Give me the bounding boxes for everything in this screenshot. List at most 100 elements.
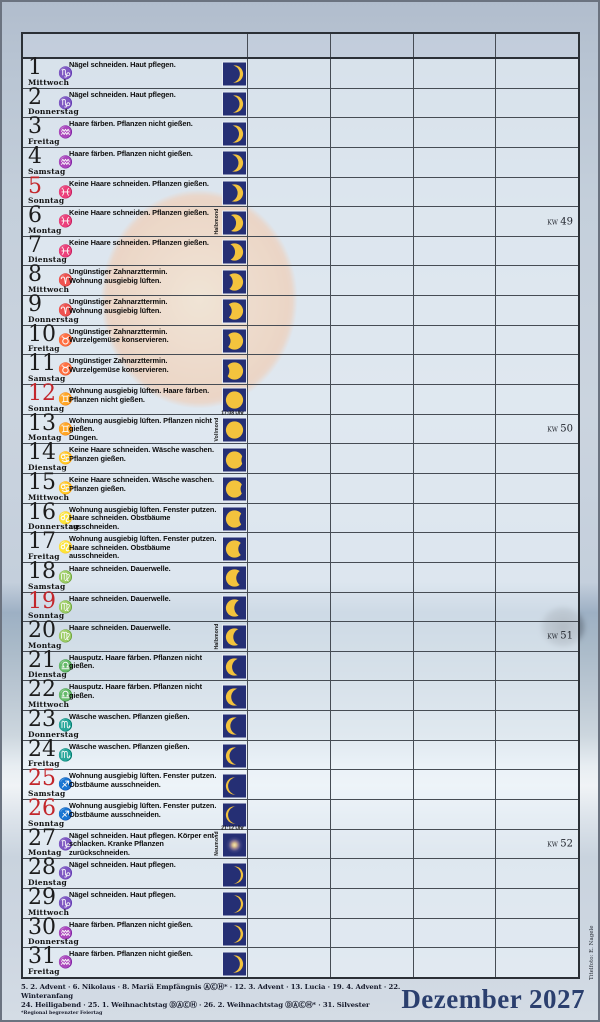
moon-wrap [222,595,245,618]
note-cell [248,681,331,710]
moon-phase-icon [222,655,247,680]
advice-text: Keine Haare schneiden. Pflanzen gießen. [69,180,221,189]
advice-text: Wäsche waschen. Pflanzen gießen. [69,743,221,752]
note-cell: KW [496,444,578,473]
note-cell: KW [496,296,578,325]
note-cell [248,770,331,799]
advice-text: Wohnung ausgiebig lüften. Pflanzen nicht… [69,417,221,443]
note-cell: KW [496,59,578,88]
day-cell: 14 ♋ Dienstag Keine Haare schneiden. Wäs… [23,444,248,473]
moon-phase-icon [222,803,247,828]
note-cell [414,355,497,384]
note-cell [414,563,497,592]
moon-wrap: 21:12 Uhr Neumond [222,832,245,855]
note-cell [248,148,331,177]
note-cell [331,59,414,88]
note-cell [414,652,497,681]
day-row: 22 ♎ Mittwoch Hausputz. Haare färben. Pf… [23,680,578,710]
week-number-prefix: KW [547,427,558,434]
photo-credit: Titelfoto: E. Nagele [589,895,595,980]
note-cell: KW 52 [496,830,578,859]
moon-phase-icon [222,180,247,205]
note-cell [331,118,414,147]
moon-wrap: Halbmond [222,210,245,233]
day-number: 26 [28,797,56,821]
day-row: 6 ♓ Montag Keine Haare schneiden. Pflanz… [23,206,578,236]
moon-phase-icon [222,91,247,116]
day-number: 3 [28,115,42,139]
day-number: 11 [28,352,56,376]
header-day-cell [23,34,248,57]
moon-wrap [222,862,245,885]
note-cell [414,148,497,177]
note-cell [331,207,414,236]
note-cell [414,800,497,829]
day-row: 14 ♋ Dienstag Keine Haare schneiden. Wäs… [23,443,578,473]
moon-phase-icon [222,684,247,709]
day-number: 8 [28,263,42,287]
note-cell [414,385,497,414]
day-row: 3 ♒ Freitag Haare färben. Pflanzen nicht… [23,117,578,147]
moon-wrap [222,892,245,915]
moon-phase-icon [222,477,247,502]
moon-wrap [222,358,245,381]
note-cell [248,741,331,770]
note-cell [414,118,497,147]
moon-phase-icon [222,447,247,472]
note-cell [248,800,331,829]
note-cell [331,89,414,118]
day-row: 11 ♉ Samstag Ungünstiger Zahnarzttermin.… [23,354,578,384]
week-number-prefix: KW [547,634,558,641]
day-number: 5 [28,175,42,199]
note-cell [331,266,414,295]
header-note-column [414,34,497,57]
note-cell [331,474,414,503]
moon-phase-icon [222,299,247,324]
day-cell: 19 ♍ Sonntag Haare schneiden. Dauerwelle… [23,593,248,622]
advice-text: Wohnung ausgiebig lüften. Fenster putzen… [69,506,221,532]
note-cell: KW [496,948,578,977]
note-cell: KW 50 [496,415,578,444]
advice-text: Haare färben. Pflanzen nicht gießen. [69,120,221,129]
day-number: 24 [28,738,56,762]
note-cell [248,474,331,503]
note-cell: KW [496,563,578,592]
day-cell: 16 ♌ Donnerstag Wohnung ausgiebig lüften… [23,504,248,533]
note-cell [414,830,497,859]
header-note-column [331,34,414,57]
day-row: 17 ♌ Freitag Wohnung ausgiebig lüften. F… [23,532,578,562]
note-cell [248,178,331,207]
day-row: 21 ♎ Dienstag Hausputz. Haare färben. Pf… [23,651,578,681]
week-number-value: 49 [560,216,573,227]
day-cell: 5 ♓ Sonntag Keine Haare schneiden. Pflan… [23,178,248,207]
note-cell: KW [496,474,578,503]
note-cell [248,948,331,977]
moon-phase-icon [222,773,247,798]
note-cell [414,326,497,355]
moon-phase-icon [222,625,247,650]
moon-phase-icon [222,595,247,620]
moon-time: 21:12 Uhr [221,825,244,831]
day-cell: 29 ♑ Mittwoch Nägel schneiden. Haut pfle… [23,889,248,918]
moon-wrap [222,921,245,944]
day-row: 2 ♑ Donnerstag Nägel schneiden. Haut pfl… [23,88,578,118]
day-cell: 6 ♓ Montag Keine Haare schneiden. Pflanz… [23,207,248,236]
note-cell [414,237,497,266]
day-cell: 3 ♒ Freitag Haare färben. Pflanzen nicht… [23,118,248,147]
day-cell: 18 ♍ Samstag Haare schneiden. Dauerwelle… [23,563,248,592]
note-cell [248,385,331,414]
note-cell [414,207,497,236]
day-number: 10 [28,323,56,347]
note-cell [248,859,331,888]
note-cell [414,474,497,503]
note-cell [331,178,414,207]
week-number-prefix: KW [547,219,558,226]
moon-phase-label: Halbmond [214,208,220,234]
calendar-page: 1 ♑ Mittwoch Nägel schneiden. Haut pfleg… [0,0,600,1022]
day-row: 29 ♑ Mittwoch Nägel schneiden. Haut pfle… [23,888,578,918]
note-cell: KW [496,326,578,355]
note-cell [331,948,414,977]
moon-phase-icon [222,892,247,917]
advice-text: Ungünstiger Zahnarzttermin. Wohnung ausg… [69,298,221,315]
note-cell [331,385,414,414]
